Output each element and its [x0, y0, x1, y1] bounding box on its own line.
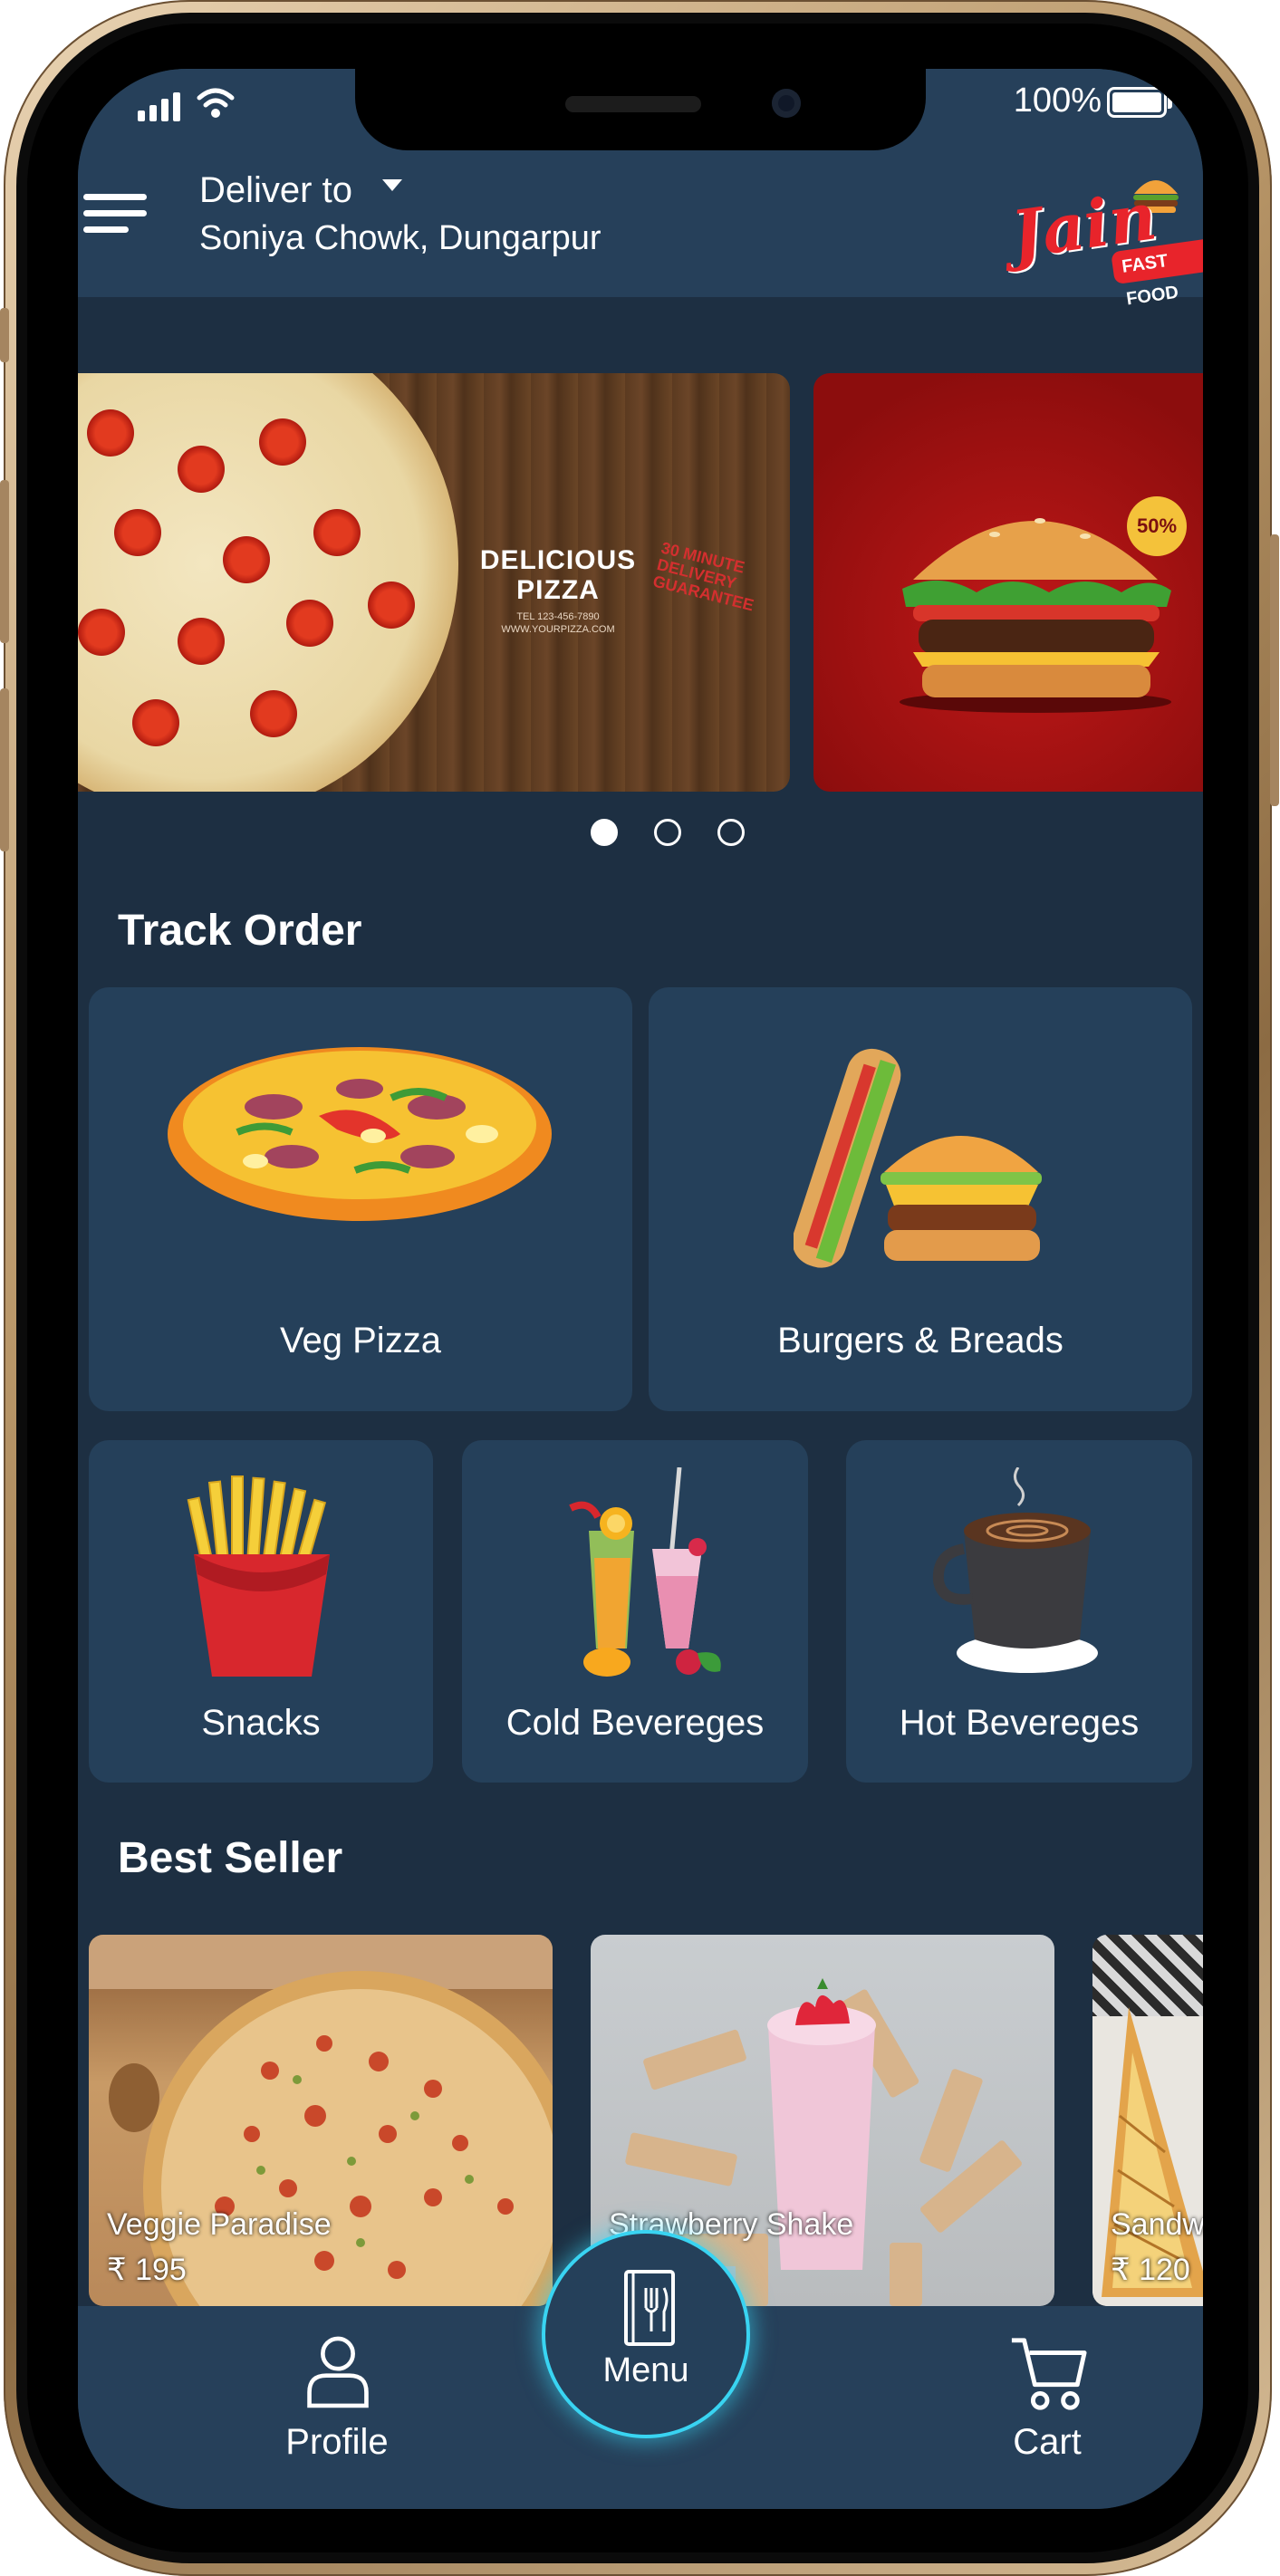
battery-percent: 100%	[1013, 82, 1102, 120]
carousel-dot-2[interactable]	[654, 819, 681, 846]
category-label: Snacks	[201, 1703, 321, 1743]
banner-pizza[interactable]: DELICIOUS PIZZA TEL 123-456-7890 WWW.YOU…	[78, 373, 790, 792]
coffee-icon	[932, 1467, 1098, 1673]
phone-volume-up	[0, 480, 9, 643]
nav-menu-label: Menu	[602, 2351, 689, 2389]
category-card-cold-beverages[interactable]: Cold Bevereges	[462, 1440, 808, 1783]
best-seller-name: Veggie Paradise	[107, 2207, 332, 2242]
best-seller-name: Sandw	[1111, 2207, 1203, 2242]
battery-icon	[1107, 87, 1172, 118]
banner-delivery-badge: 30 MINUTE DELIVERY GUARANTEE	[650, 538, 756, 615]
burger-icon	[794, 1048, 1042, 1268]
veggie-pizza-photo	[89, 1935, 553, 2306]
track-order-title: Track Order	[118, 907, 362, 955]
category-label: Hot Bevereges	[899, 1703, 1140, 1743]
banner-title: DELICIOUS PIZZA	[479, 545, 637, 605]
category-label: Veg Pizza	[280, 1321, 441, 1360]
phone-power-button	[1270, 534, 1279, 806]
banner-burger[interactable]: 50%	[813, 373, 1203, 792]
banner-url: WWW.YOURPIZZA.COM	[501, 624, 615, 635]
nav-menu-button[interactable]: Menu	[542, 2230, 750, 2438]
menu-hamburger-icon[interactable]	[83, 192, 147, 237]
burger-discount-badge: 50%	[1127, 496, 1187, 556]
nav-cart-label: Cart	[1013, 2422, 1082, 2462]
notch	[355, 69, 926, 150]
speaker-grille	[565, 96, 701, 112]
fries-icon	[187, 1475, 330, 1677]
front-camera	[772, 89, 801, 118]
category-card-hot-beverages[interactable]: Hot Bevereges	[846, 1440, 1192, 1783]
category-card-snacks[interactable]: Snacks	[89, 1440, 433, 1783]
deliver-to-label[interactable]: Deliver to	[199, 170, 352, 211]
promo-carousel[interactable]: DELICIOUS PIZZA TEL 123-456-7890 WWW.YOU…	[78, 373, 1203, 792]
nav-profile[interactable]: Profile	[237, 2306, 437, 2509]
banner-contact: TEL 123-456-7890 WWW.YOURPIZZA.COM	[486, 610, 630, 636]
best-seller-title: Best Seller	[118, 1834, 343, 1882]
caret-down-icon[interactable]	[382, 179, 402, 191]
banner-phone: TEL 123-456-7890	[516, 611, 600, 622]
category-card-veg-pizza[interactable]: Veg Pizza	[89, 987, 632, 1411]
sandwich-photo	[1092, 2007, 1203, 2306]
app-screen: 100% Deliver to Soniya Chowk, Dungarpur …	[78, 69, 1203, 2509]
category-card-burgers-breads[interactable]: Burgers & Breads	[649, 987, 1192, 1411]
best-seller-price: ₹ 120	[1111, 2253, 1190, 2287]
best-seller-card[interactable]: Sandw ₹ 120	[1092, 1935, 1203, 2306]
brand-logo: Jain FAST FOOD	[1006, 172, 1203, 310]
category-label: Burgers & Breads	[777, 1321, 1063, 1360]
category-label: Cold Bevereges	[505, 1703, 765, 1743]
menu-book-icon	[624, 2270, 675, 2346]
carousel-indicator	[78, 819, 1203, 846]
delivery-address[interactable]: Soniya Chowk, Dungarpur	[199, 219, 602, 258]
profile-icon	[307, 2336, 369, 2408]
signal-icon	[138, 89, 180, 121]
carousel-dot-1[interactable]	[591, 819, 618, 846]
pizza-photo	[78, 373, 458, 792]
cart-icon	[1011, 2338, 1087, 2410]
best-seller-price: ₹ 195	[107, 2253, 187, 2287]
best-seller-card[interactable]: Veggie Paradise ₹ 195	[89, 1935, 553, 2306]
carousel-dot-3[interactable]	[717, 819, 745, 846]
pizza-icon	[168, 1047, 552, 1221]
nav-cart[interactable]: Cart	[948, 2306, 1147, 2509]
wifi-icon	[197, 88, 235, 118]
phone-volume-down	[0, 688, 9, 851]
nav-profile-label: Profile	[285, 2422, 389, 2462]
app-header: Deliver to Soniya Chowk, Dungarpur Jain …	[78, 159, 1203, 310]
cold-drink-icon	[569, 1467, 721, 1677]
phone-silent-switch	[0, 308, 9, 362]
